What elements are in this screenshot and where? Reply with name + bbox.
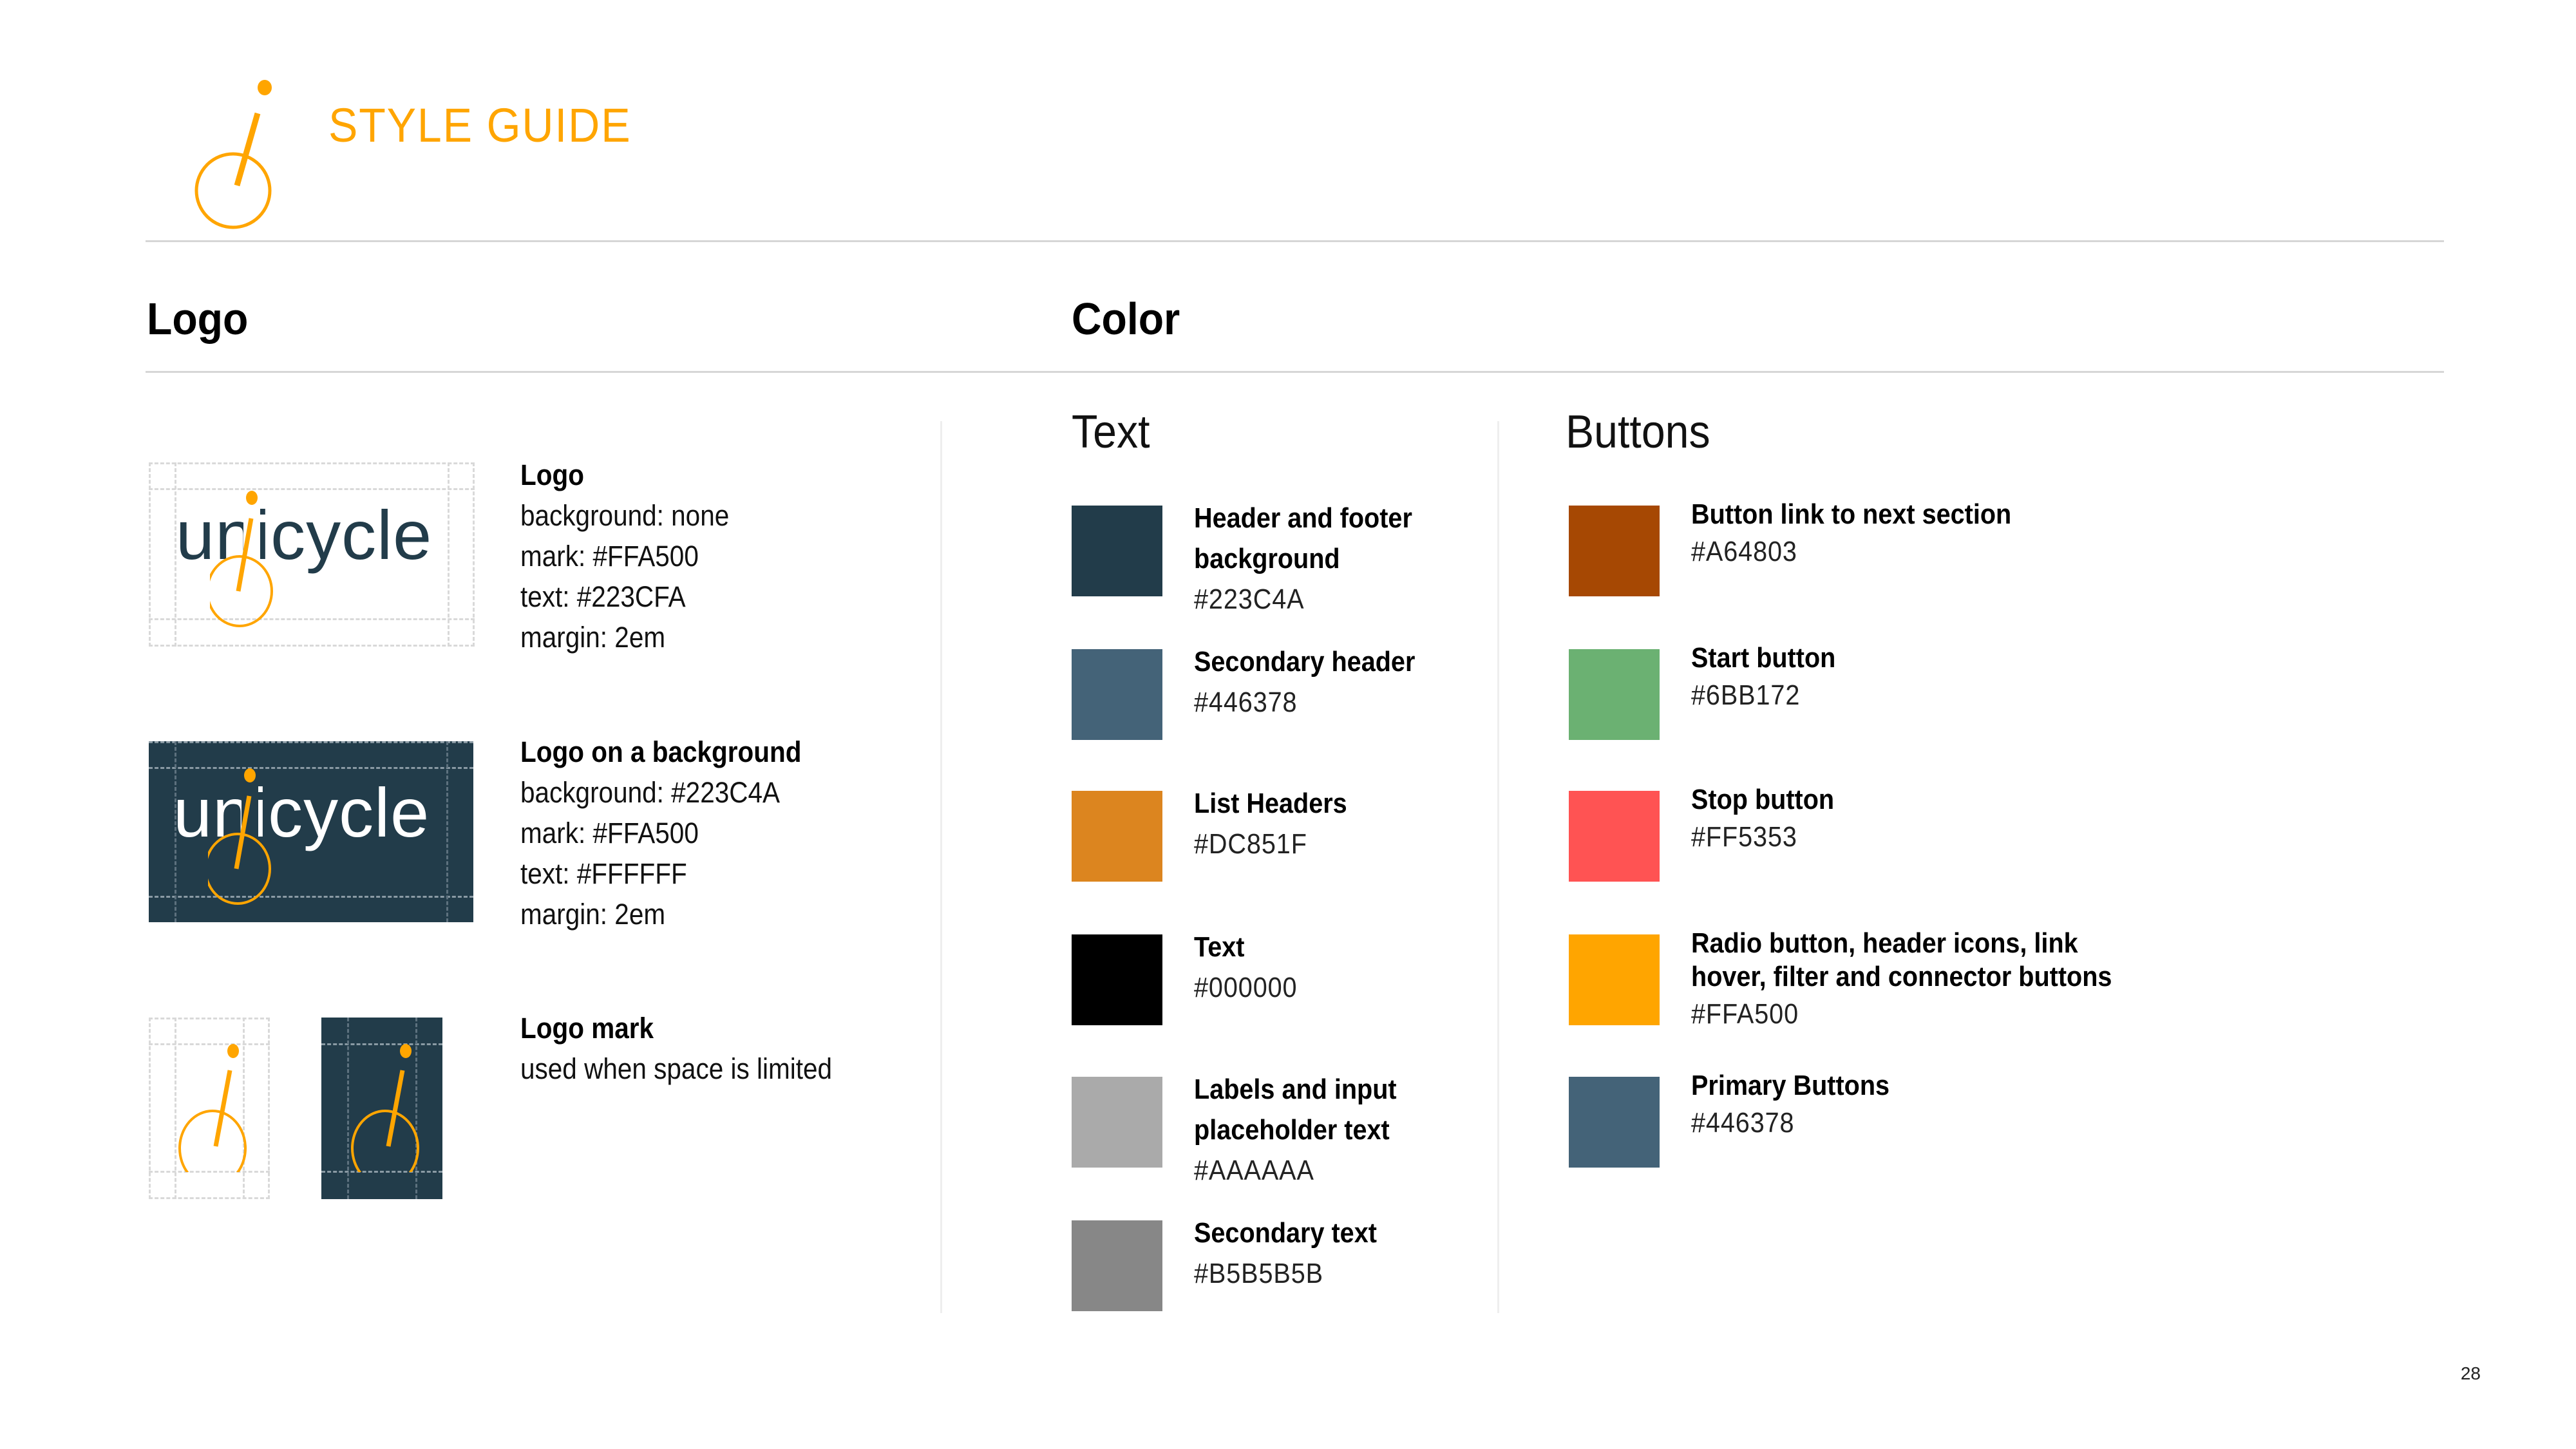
- color-usage-name: Text: [1194, 931, 1245, 963]
- color-hex-value: #FF5353: [1691, 821, 1797, 853]
- header-divider: [146, 240, 2444, 242]
- color-hex-value: #446378: [1194, 687, 1298, 718]
- color-usage-name: Button link to next section: [1691, 498, 2012, 530]
- color-swatch-label: Header and footer background #223C4A: [1194, 498, 1412, 620]
- logo-spec-line: background: #223C4A: [520, 776, 781, 809]
- color-swatch: [1569, 791, 1660, 882]
- color-swatch-label: Start button #6BB172: [1691, 641, 1835, 715]
- color-swatch-label: Secondary header #446378: [1194, 641, 1415, 723]
- color-swatch-label: List Headers #DC851F: [1194, 783, 1347, 864]
- color-swatch: [1569, 649, 1660, 740]
- color-usage-name: background: [1194, 543, 1340, 574]
- unicycle-mark-icon: [178, 1044, 247, 1172]
- page-title: STYLE GUIDE: [328, 99, 632, 152]
- logo-title: Logo on a background: [520, 735, 802, 768]
- logo-spec-line: text: #FFFFFF: [520, 857, 687, 890]
- color-usage-name: Radio button, header icons, link: [1691, 927, 2078, 959]
- color-swatch-label: Primary Buttons #446378: [1691, 1069, 1889, 1143]
- color-hex-value: #6BB172: [1691, 679, 1801, 711]
- page-number: 28: [2460, 1363, 2481, 1383]
- logo-spec-line: margin: 2em: [520, 898, 666, 931]
- color-usage-name: Secondary header: [1194, 646, 1416, 677]
- color-swatch-label: Labels and input placeholder text #AAAAAA: [1194, 1069, 1397, 1191]
- color-usage-name: placeholder text: [1194, 1114, 1390, 1146]
- color-swatch: [1569, 506, 1660, 596]
- button-colors-heading: Buttons: [1566, 406, 1710, 458]
- color-swatch: [1072, 1220, 1162, 1311]
- logo-preview-light: unicycle: [149, 462, 475, 647]
- logo-spec-line: mark: #FFA500: [520, 817, 699, 849]
- color-swatch-label: Text #000000: [1194, 927, 1297, 1008]
- logo-title: Logo mark: [520, 1012, 654, 1045]
- color-hex-value: #AAAAAA: [1194, 1155, 1314, 1186]
- color-usage-name: List Headers: [1194, 788, 1347, 819]
- unicycle-mark-icon: [351, 1044, 419, 1172]
- color-usage-name: Secondary text: [1194, 1217, 1377, 1249]
- color-hex-value: #000000: [1194, 972, 1298, 1003]
- color-swatch-label: Secondary text #B5B5B5B: [1194, 1213, 1377, 1294]
- color-section-heading: Color: [1072, 294, 1180, 344]
- color-usage-name: Labels and input: [1194, 1074, 1397, 1105]
- color-swatch-label: Radio button, header icons, link hover, f…: [1691, 927, 2112, 1034]
- text-colors-heading: Text: [1072, 406, 1150, 458]
- color-usage-name: Stop button: [1691, 784, 1835, 815]
- color-usage-name: hover, filter and connector buttons: [1691, 961, 2112, 992]
- logo-spec-line: margin: 2em: [520, 621, 666, 654]
- color-swatch: [1072, 506, 1162, 596]
- color-usage-name: Start button: [1691, 642, 1836, 674]
- unicycle-mark-icon: [208, 768, 271, 905]
- logo-spec-line: used when space is limited: [520, 1052, 833, 1085]
- logo-description: Logo background: none mark: #FFA500 text…: [520, 455, 729, 658]
- color-usage-name: Header and footer: [1194, 502, 1412, 534]
- color-swatch: [1072, 1077, 1162, 1168]
- unicycle-mark-icon: [210, 491, 273, 627]
- logo-spec-line: background: none: [520, 499, 730, 532]
- section-divider: [146, 371, 2444, 373]
- logo-mark-preview-light: [149, 1018, 270, 1199]
- color-hex-value: #FFA500: [1691, 998, 1799, 1030]
- color-hex-value: #223C4A: [1194, 583, 1305, 615]
- color-usage-name: Primary Buttons: [1691, 1070, 1890, 1101]
- logo-on-background-description: Logo on a background background: #223C4A…: [520, 732, 801, 934]
- logo-preview-dark: unicycle: [149, 741, 473, 922]
- color-swatch: [1569, 934, 1660, 1025]
- logo-section-heading: Logo: [147, 294, 249, 344]
- color-hex-value: #DC851F: [1194, 828, 1307, 860]
- color-swatch: [1072, 791, 1162, 882]
- color-swatch: [1569, 1077, 1660, 1168]
- logo-title: Logo: [520, 459, 584, 491]
- color-swatch-label: Stop button #FF5353: [1691, 783, 1834, 857]
- logo-spec-line: text: #223CFA: [520, 580, 686, 613]
- color-hex-value: #446378: [1691, 1107, 1795, 1139]
- logo-mark-preview-dark: [321, 1018, 442, 1199]
- color-swatch: [1072, 934, 1162, 1025]
- color-hex-value: #A64803: [1691, 536, 1797, 567]
- unicycle-mark-icon: [194, 80, 272, 229]
- column-divider: [1497, 421, 1499, 1313]
- logo-mark-description: Logo mark used when space is limited: [520, 1008, 832, 1089]
- column-divider: [940, 421, 942, 1313]
- color-hex-value: #B5B5B5B: [1194, 1258, 1323, 1289]
- color-swatch-label: Button link to next section #A64803: [1691, 498, 2011, 572]
- logo-spec-line: mark: #FFA500: [520, 540, 699, 573]
- color-swatch: [1072, 649, 1162, 740]
